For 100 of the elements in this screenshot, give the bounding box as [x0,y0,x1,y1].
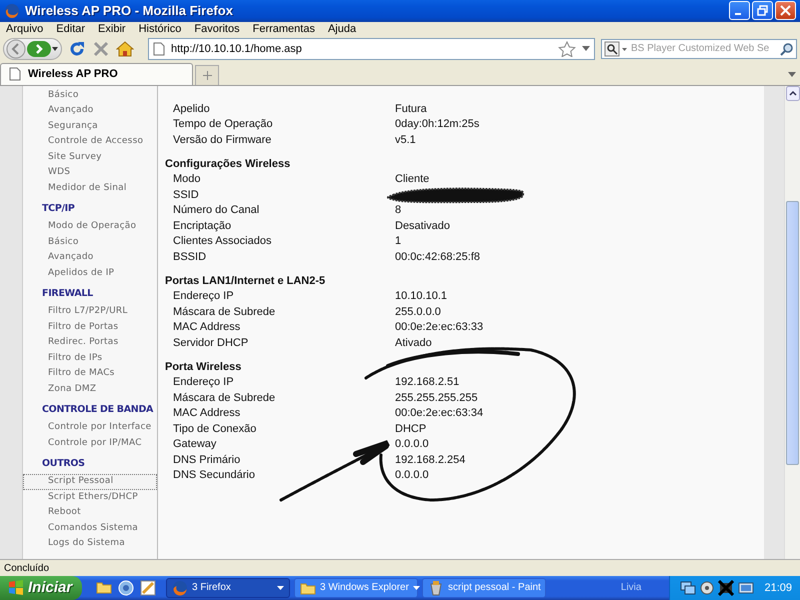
minimize-button[interactable] [729,1,750,20]
field-label: Modo [172,172,201,188]
nav-link[interactable]: Zona DMZ [23,382,157,398]
section-heading: Porta Wireless [165,360,242,375]
field-value: 10.10.10.1 [395,289,447,304]
field-label: DNS Primário [172,452,240,468]
section-heading: Configurações Wireless [165,156,292,172]
browser-tab[interactable]: Wireless AP PRO [0,62,193,85]
field-label: Versão do Firmware [172,132,272,148]
nav-link[interactable]: WDS [23,165,157,181]
menu-item[interactable]: Exibir [98,22,132,35]
disc-icon[interactable] [700,580,714,595]
nav-link[interactable]: Filtro de MACs [23,366,157,382]
new-tab-button[interactable] [195,64,219,85]
circle-app-icon[interactable] [118,580,134,596]
folder-icon[interactable] [96,580,112,596]
nav-link[interactable]: Básico [23,234,157,250]
field-value: 192.168.2.51 [395,375,460,390]
address-bar[interactable]: http://10.10.10.1/home.asp [148,38,595,60]
dropdown-icon[interactable] [582,46,590,52]
folder-icon [300,580,316,595]
field-label: Gateway [172,437,216,452]
field-label: DNS Secundário [172,468,255,484]
nav-link[interactable]: Controle de Accesso [23,134,157,150]
nav-link[interactable]: Modo de Operação [23,219,157,235]
menu-item[interactable]: Ferramentas [252,22,321,35]
page-icon [153,42,165,56]
reload-button[interactable] [68,40,86,58]
field-label: MAC Address [172,406,240,422]
nav-section-heading: FIREWALL [42,287,94,302]
nav-link[interactable]: Filtro de IPs [23,350,157,366]
field-value: 00:0c:42:68:25:f8 [395,250,480,265]
field-label: BSSID [172,250,206,265]
bookmark-star-icon[interactable] [558,40,576,57]
nav-link[interactable]: Filtro L7/P2P/URL [23,304,157,320]
back-button[interactable] [5,38,27,59]
nav-link[interactable]: Filtro de Portas [23,320,157,336]
menu-item[interactable]: Favoritos [194,22,246,35]
search-field[interactable]: BS Player Customized Web Se [601,38,797,59]
nav-link[interactable]: Segurança [23,118,157,134]
field-label: SSID [172,188,199,203]
menu-item[interactable]: Ajuda [328,22,362,35]
menu-item[interactable]: Editar [56,22,92,35]
field-label: Clientes Associados [172,234,272,250]
nav-link[interactable]: Controle por Interface [23,420,157,436]
taskbar-button[interactable]: script pessoal - Paint [422,578,546,598]
nav-link[interactable]: Apelidos de IP [23,266,157,282]
start-button[interactable]: Iniciar [0,576,82,600]
nav-link[interactable]: Script Pessoal [23,474,157,490]
forward-button[interactable] [27,40,51,58]
field-value: 0.0.0.0 [395,437,429,452]
field-label: MAC Address [172,320,240,336]
menu-item[interactable]: Histórico [138,22,188,35]
nav-link[interactable]: Site Survey [23,150,157,166]
nav-link[interactable]: Redirec. Portas [23,335,157,351]
history-dropdown-icon[interactable] [51,46,60,52]
field-label: Servidor DHCP [172,336,248,351]
taskbar-button[interactable]: 3 Firefox [166,578,290,598]
nav-link[interactable]: Avançado [23,103,157,119]
scroll-up-button[interactable] [786,86,800,101]
nav-section-heading: TCP/IP [42,202,76,216]
window-title: Wireless AP PRO - Mozilla Firefox [25,3,234,18]
nav-link[interactable]: Controle por IP/MAC [23,436,157,452]
section-heading: Portas LAN1/Internet e LAN2-5 [165,274,326,289]
nav-link[interactable]: Logs do Sistema [23,536,157,552]
nav-link[interactable]: Avançado [23,250,157,266]
crossed-out-icon[interactable] [718,580,734,596]
nav-link[interactable]: Reboot [23,505,157,521]
scrollbar-thumb[interactable] [786,200,799,465]
close-icon [780,5,791,16]
field-value: Cliente [395,172,430,188]
pencil-app-icon[interactable] [140,580,156,596]
monitor-icon[interactable] [738,580,754,596]
field-value: DHCP [395,422,426,437]
field-value: Desativado [395,218,450,234]
toolbar-label[interactable]: Livia [620,582,642,594]
nav-link[interactable]: Comandos Sistema [23,520,157,536]
paint-bucket-icon [428,580,444,596]
search-icon[interactable] [780,42,794,56]
menu-item[interactable]: Arquivo [6,22,50,35]
nav-link[interactable]: Script Ethers/DHCP [23,490,157,506]
page-icon [9,67,21,82]
field-label: Máscara de Subrede [172,304,276,320]
browser-logo-icon [172,580,188,596]
search-engine-icon[interactable] [604,40,628,57]
nav-section-heading: OUTROS [42,457,86,472]
nav-link[interactable]: Básico [23,88,157,104]
field-label: Número do Canal [172,203,260,218]
restore-button[interactable] [752,1,773,20]
close-button[interactable] [775,1,796,20]
home-button[interactable] [116,40,134,58]
nav-link[interactable]: Medidor de Sinal [23,180,157,196]
field-label: Endereço IP [172,375,234,390]
field-label: Encriptação [172,218,232,234]
network-icon[interactable] [680,580,696,596]
field-label: Tipo de Conexão [172,422,256,437]
plus-icon [202,70,212,80]
field-value: 1 [395,234,402,250]
field-value: 0day:0h:12m:25s [395,117,480,132]
taskbar-button[interactable]: 3 Windows Explorer [294,578,418,598]
